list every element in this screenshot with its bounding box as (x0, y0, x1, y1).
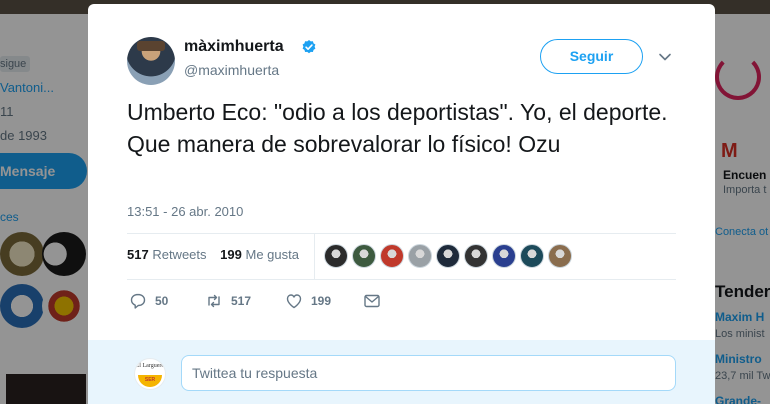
author-name[interactable]: màximhuerta (184, 38, 284, 56)
retweets-label[interactable]: Retweets (152, 247, 206, 262)
current-user-avatar[interactable]: El Larguero SER (134, 358, 166, 390)
verified-badge-icon (302, 40, 316, 54)
liker-avatar[interactable] (464, 244, 488, 268)
follow-button[interactable]: Seguir (540, 39, 643, 74)
divider (127, 279, 676, 280)
liker-avatar[interactable] (324, 244, 348, 268)
liker-avatar[interactable] (408, 244, 432, 268)
author-handle[interactable]: @maximhuerta (184, 62, 279, 78)
retweet-icon (208, 294, 220, 308)
author-avatar[interactable] (127, 37, 175, 85)
reply-count: 50 (155, 294, 169, 308)
tweet-timestamp[interactable]: 13:51 - 26 abr. 2010 (127, 204, 243, 219)
liker-avatar[interactable] (548, 244, 572, 268)
retweets-count[interactable]: 517 (127, 247, 149, 262)
direct-message-action[interactable] (363, 290, 381, 312)
liker-avatar[interactable] (380, 244, 404, 268)
likes-count[interactable]: 199 (220, 247, 242, 262)
liker-avatar[interactable] (492, 244, 516, 268)
stats-separator (314, 233, 315, 279)
reply-action[interactable]: 50 (129, 290, 168, 312)
tweet-text: Umberto Eco: "odio a los deportistas". Y… (127, 99, 668, 157)
heart-icon (286, 294, 302, 309)
liker-avatar[interactable] (436, 244, 460, 268)
reply-composer: El Larguero SER (88, 340, 715, 404)
reply-input[interactable] (181, 355, 676, 391)
like-count: 199 (311, 294, 332, 308)
avatar-logo-badge: SER (138, 375, 162, 387)
liker-avatar[interactable] (352, 244, 376, 268)
envelope-icon (364, 294, 380, 308)
chevron-down-icon[interactable] (658, 50, 672, 64)
tweet-modal: màximhuerta @maximhuerta Seguir Umberto … (88, 4, 715, 404)
liker-avatar[interactable] (520, 244, 544, 268)
retweet-action[interactable]: 517 (205, 290, 251, 312)
avatar-logo-text: El Larguero (135, 363, 165, 369)
tweet-stats: 517 Retweets 199 Me gusta (127, 247, 299, 262)
retweet-count: 517 (231, 294, 252, 308)
like-action[interactable]: 199 (285, 290, 331, 312)
reply-icon (130, 293, 146, 309)
divider (127, 233, 676, 234)
likes-label[interactable]: Me gusta (245, 247, 298, 262)
